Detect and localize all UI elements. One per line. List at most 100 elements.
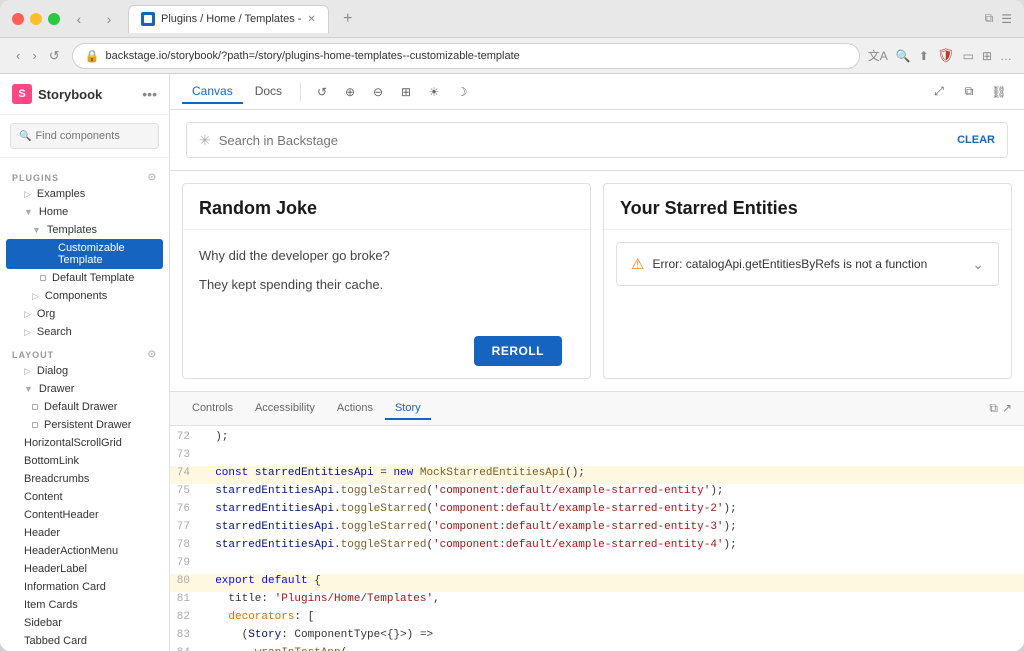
sidebar-item-bottomlink[interactable]: BottomLink xyxy=(0,452,169,470)
sidebar-item-infocard[interactable]: Information Card xyxy=(0,578,169,596)
backstage-search-inner[interactable]: ✳ CLEAR xyxy=(186,122,1008,158)
sidebar-item-search[interactable]: ▷ Search xyxy=(0,323,169,341)
browser-titlebar: ‹ › Plugins / Home / Templates - ✕ + ⧉ ☰ xyxy=(0,0,1024,38)
search-input[interactable] xyxy=(35,130,170,142)
reload-tool[interactable]: ↺ xyxy=(309,79,335,105)
forward-button[interactable]: › xyxy=(98,8,120,30)
address-input-wrapper[interactable]: 🔒 backstage.io/storybook/?path=/story/pl… xyxy=(72,43,860,69)
sidebar-item-templates[interactable]: ▼ Templates xyxy=(0,221,169,239)
error-expand-button[interactable]: ⌄ xyxy=(972,256,984,273)
collapse-icon[interactable]: ⊙ xyxy=(148,349,157,360)
expand-arrow: ▼ xyxy=(24,207,33,217)
main-area: Canvas Docs ↺ ⊕ ⊖ ⊞ ☀ ☽ ⤢ ⧉ ⛓ xyxy=(170,74,1024,651)
dark-mode-tool[interactable]: ☽ xyxy=(449,79,475,105)
collapse-icon[interactable]: ⊙ xyxy=(148,172,157,183)
copy-icon[interactable]: ⧉ xyxy=(989,401,998,416)
sidebar-item-header[interactable]: Header xyxy=(0,524,169,542)
tab-controls[interactable]: Controls xyxy=(182,398,243,420)
tab-story[interactable]: Story xyxy=(385,398,431,420)
backstage-search-input[interactable] xyxy=(219,133,941,148)
sidebar-item-customizable-template[interactable]: Customizable Template xyxy=(6,239,163,269)
sidebar-content: PLUGINS ⊙ ▷ Examples ▼ Home ▼ Templates xyxy=(0,158,169,651)
sidebar-item-drawer[interactable]: ▼ Drawer xyxy=(0,380,169,398)
share-icon[interactable]: ⬆ xyxy=(919,49,929,63)
sidebar-item-persistent-drawer[interactable]: Persistent Drawer xyxy=(0,416,169,434)
tab-accessibility[interactable]: Accessibility xyxy=(245,398,325,420)
minimize-button[interactable] xyxy=(30,13,42,25)
sidebar-item-itemcards[interactable]: Item Cards xyxy=(0,596,169,614)
bottom-tab-right-icons: ⧉ ↗ xyxy=(989,401,1012,416)
code-line: 80 export default { xyxy=(170,574,1024,592)
sidebar-item-default-template[interactable]: Default Template xyxy=(0,269,169,287)
sidebar-item-breadcrumbs[interactable]: Breadcrumbs xyxy=(0,470,169,488)
code-line: 74 const starredEntitiesApi = new MockSt… xyxy=(170,466,1024,484)
item-dot-icon xyxy=(32,422,38,428)
active-tab[interactable]: Plugins / Home / Templates - ✕ xyxy=(128,5,329,33)
translate-icon[interactable]: 文A xyxy=(868,47,888,64)
close-button[interactable] xyxy=(12,13,24,25)
sidebar-item-content[interactable]: Content xyxy=(0,488,169,506)
reroll-button[interactable]: REROLL xyxy=(474,336,562,366)
item-dot-icon xyxy=(40,275,46,281)
joke-line2: They kept spending their cache. xyxy=(199,275,574,296)
sidebar-item-tabbedcard[interactable]: Tabbed Card xyxy=(0,632,169,650)
copy-link-tool[interactable]: ⛓ xyxy=(986,79,1012,105)
zoom-in-tool[interactable]: ⊕ xyxy=(337,79,363,105)
tab-canvas[interactable]: Canvas xyxy=(182,80,243,104)
storybook-logo: Storybook xyxy=(12,84,102,104)
expand-icon[interactable]: ↗ xyxy=(1002,401,1012,416)
joke-panel-body: Why did the developer go broke? They kep… xyxy=(183,230,590,320)
joke-panel-title: Random Joke xyxy=(199,198,574,219)
new-window-tool[interactable]: ⧉ xyxy=(956,79,982,105)
code-line: 73 xyxy=(170,448,1024,466)
tab-title: Plugins / Home / Templates - xyxy=(161,13,301,25)
light-mode-tool[interactable]: ☀ xyxy=(421,79,447,105)
nav-forward[interactable]: › xyxy=(28,46,40,66)
sidebar-item-headeractionmenu[interactable]: HeaderActionMenu xyxy=(0,542,169,560)
sidebar-item-org[interactable]: ▷ Org xyxy=(0,305,169,323)
sidebar-item-headerlabel[interactable]: HeaderLabel xyxy=(0,560,169,578)
maximize-button[interactable] xyxy=(48,13,60,25)
sidebar-item-contentheader[interactable]: ContentHeader xyxy=(0,506,169,524)
sidebar-icon[interactable]: ▭ xyxy=(963,49,974,63)
joke-line1: Why did the developer go broke? xyxy=(199,246,574,267)
grid-tool[interactable]: ⊞ xyxy=(393,79,419,105)
code-line: 72 ); xyxy=(170,430,1024,448)
nav-reload[interactable]: ↺ xyxy=(45,46,64,66)
clear-search-button[interactable]: CLEAR xyxy=(957,134,995,146)
tab-docs[interactable]: Docs xyxy=(245,80,292,104)
search-asterisk-icon: ✳ xyxy=(199,132,211,149)
sidebar-item-default-drawer[interactable]: Default Drawer xyxy=(0,398,169,416)
item-dot-icon xyxy=(46,251,52,257)
sidebar-item-home[interactable]: ▼ Home xyxy=(0,203,169,221)
new-tab-button[interactable]: + xyxy=(337,8,359,30)
code-line: 75 starredEntitiesApi.toggleStarred('com… xyxy=(170,484,1024,502)
window-controls: ⧉ ☰ xyxy=(985,11,1012,26)
search-input-wrapper[interactable]: 🔍 ⌘K xyxy=(10,123,159,149)
sidebar-item-examples[interactable]: ▷ Examples xyxy=(0,185,169,203)
sidebar-header: Storybook ••• xyxy=(0,74,169,115)
sidebar-item-components[interactable]: ▷ Components xyxy=(0,287,169,305)
menu-icon[interactable]: ☰ xyxy=(1001,12,1012,26)
sidebar-item-hscrollgrid[interactable]: HorizontalScrollGrid xyxy=(0,434,169,452)
browser-menu-icon[interactable]: … xyxy=(1000,49,1012,63)
starred-panel-title: Your Starred Entities xyxy=(620,198,995,219)
code-line: 77 starredEntitiesApi.toggleStarred('com… xyxy=(170,520,1024,538)
tab-close-button[interactable]: ✕ xyxy=(307,14,315,25)
zoom-out-tool[interactable]: ⊖ xyxy=(365,79,391,105)
tab-actions[interactable]: Actions xyxy=(327,398,383,420)
sidebar-item-dialog[interactable]: ▷ Dialog xyxy=(0,362,169,380)
back-button[interactable]: ‹ xyxy=(68,8,90,30)
url-display: backstage.io/storybook/?path=/story/plug… xyxy=(106,50,847,62)
fullscreen-tool[interactable]: ⤢ xyxy=(926,79,952,105)
expand-arrow: ▼ xyxy=(32,225,41,235)
extensions-icon[interactable]: ⊞ xyxy=(982,49,992,63)
code-line: 82 decorators: [ xyxy=(170,610,1024,628)
sidebar-menu-button[interactable]: ••• xyxy=(142,86,157,102)
sidebar-item-sidebar-component[interactable]: Sidebar xyxy=(0,614,169,632)
lock-icon: 🔒 xyxy=(85,49,100,63)
toolbar-separator xyxy=(300,83,301,101)
expand-arrow: ▷ xyxy=(24,189,31,200)
nav-back[interactable]: ‹ xyxy=(12,46,24,66)
search-page-icon[interactable]: 🔍 xyxy=(896,49,911,63)
